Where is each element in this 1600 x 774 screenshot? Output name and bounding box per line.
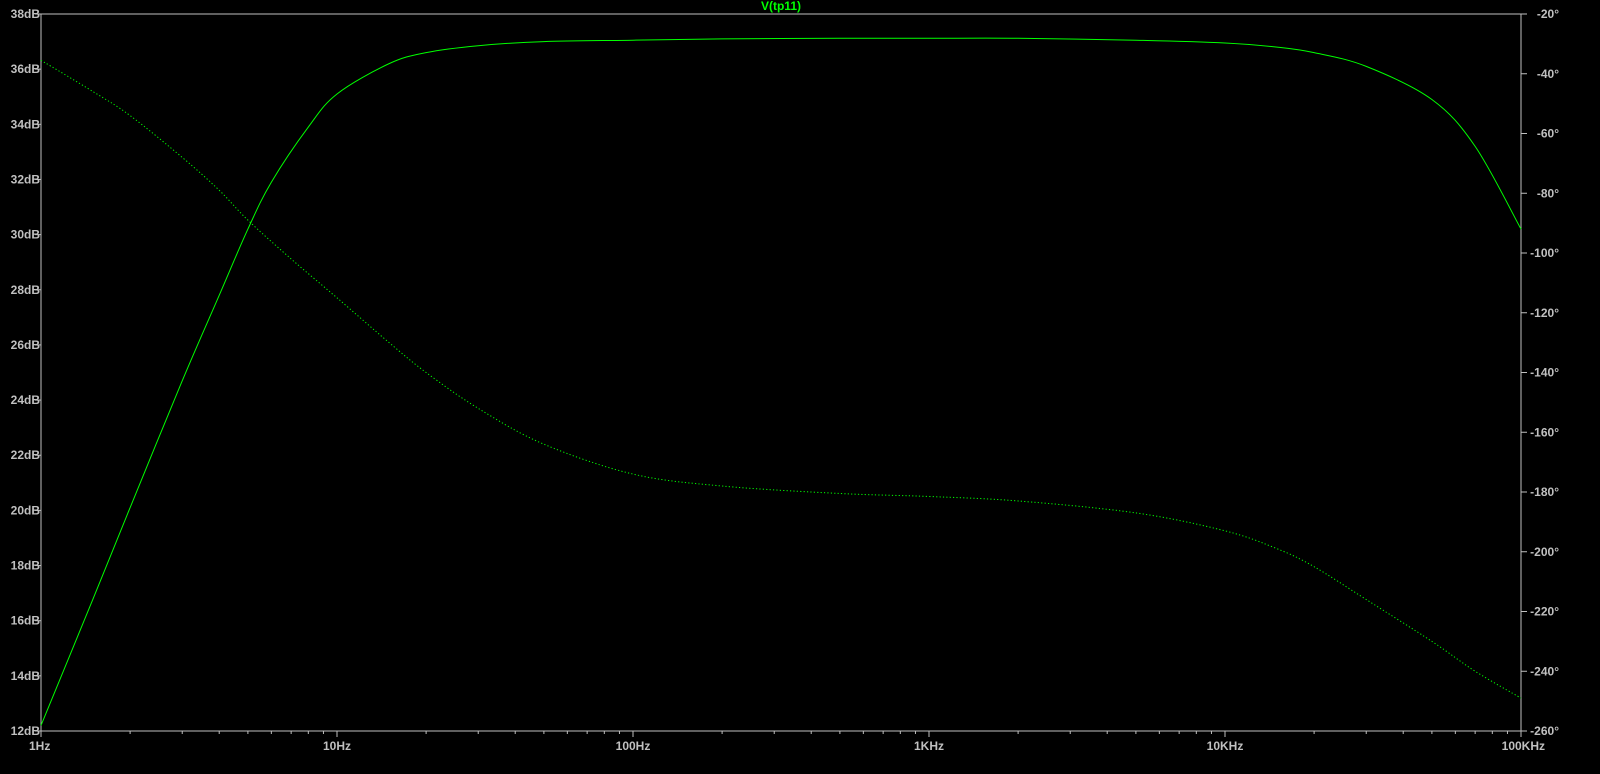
y-right-tick-label: -100° <box>1530 246 1559 260</box>
y-left-tick-label: 32dB <box>11 172 41 186</box>
y-right-tick-label: -140° <box>1530 366 1559 380</box>
left-y-axis-ticks: 12dB 14dB 16dB 18dB 20dB 22dB 24dB 26dB 28dB 30dB… <box>11 7 41 738</box>
y-left-tick-label: 24dB <box>11 393 41 407</box>
y-right-tick-label: -160° <box>1530 425 1559 439</box>
y-left-tick-label: 28dB <box>11 283 41 297</box>
x-tick-label: 100Hz <box>616 739 651 753</box>
x-axis-ticks: 1Hz 10Hz 100Hz 1KHz 10KHz 100KHz <box>29 731 1545 753</box>
y-left-tick-label: 26dB <box>11 338 41 352</box>
phase-trace <box>40 59 1522 699</box>
y-left-tick-label: 30dB <box>11 228 41 242</box>
y-left-tick-label: 38dB <box>11 7 41 21</box>
plot-traces <box>40 37 1522 726</box>
y-left-tick-label: 34dB <box>11 117 41 131</box>
x-tick-label: 1KHz <box>914 739 944 753</box>
x-tick-label: 10KHz <box>1207 739 1244 753</box>
trace-title[interactable]: V(tp11) <box>761 0 801 13</box>
y-right-tick-label: -220° <box>1530 605 1559 619</box>
y-right-tick-label: -180° <box>1530 485 1559 499</box>
y-right-tick-label: -20° <box>1537 7 1559 21</box>
x-tick-label: 10Hz <box>323 739 351 753</box>
y-left-tick-label: 22dB <box>11 448 41 462</box>
x-tick-label: 1Hz <box>29 739 50 753</box>
y-right-tick-label: -40° <box>1537 67 1559 81</box>
y-right-tick-label: -260° <box>1530 724 1559 738</box>
right-y-axis-ticks: -20° -40° -60° -80° -100° -120° -140° -160° -180… <box>1521 7 1559 738</box>
y-left-tick-label: 12dB <box>11 724 41 738</box>
y-left-tick-label: 20dB <box>11 503 41 517</box>
y-left-tick-label: 18dB <box>11 559 41 573</box>
y-right-tick-label: -120° <box>1530 306 1559 320</box>
y-left-tick-label: 14dB <box>11 669 41 683</box>
y-right-tick-label: -60° <box>1537 127 1559 141</box>
magnitude-trace <box>40 37 1522 726</box>
y-right-tick-label: -80° <box>1537 186 1559 200</box>
y-right-tick-label: -240° <box>1530 664 1559 678</box>
y-right-tick-label: -200° <box>1530 545 1559 559</box>
y-left-tick-label: 16dB <box>11 614 41 628</box>
bode-plot[interactable]: V(tp11) 1Hz 10Hz 100Hz 1KHz 10KHz 100KHz 12dB… <box>0 0 1600 774</box>
y-left-tick-label: 36dB <box>11 62 41 76</box>
x-tick-label: 100KHz <box>1502 739 1545 753</box>
plot-frame <box>40 13 1522 732</box>
